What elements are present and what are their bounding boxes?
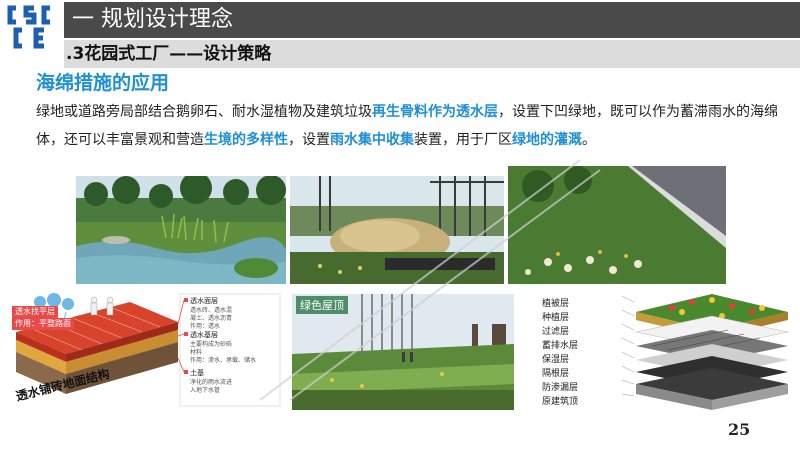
paragraph-text: 。: [582, 132, 596, 148]
pavement-layer-name: 土基: [190, 368, 204, 377]
photo-green-roof: 绿色屋顶: [292, 294, 514, 410]
pavement-tag: 透水找平层: [12, 306, 58, 318]
roof-layer-label: 防渗漏层: [542, 383, 579, 393]
pavement-layer-note: 作用：渗水、承载、储水: [190, 356, 256, 364]
paragraph-highlight: 绿地的灌溉: [512, 132, 582, 148]
photo-ornamental-grass: [290, 176, 504, 284]
photo-pond-wetland: [76, 176, 286, 284]
roof-layer-label: 原建筑顶: [542, 397, 579, 407]
pavement-layer-note: 材料: [190, 348, 202, 356]
pavement-layer-name: 透水面层: [190, 296, 218, 305]
roof-layer-label: 蓄排水层: [542, 341, 579, 351]
pavement-layer-note: 净化的雨水流进: [190, 378, 232, 386]
pavement-layer-note: 凝土、透水沥青: [190, 314, 232, 322]
paragraph-highlight: 生境的多样性: [204, 132, 288, 148]
pavement-layer-note: 作用：透水: [190, 322, 220, 330]
body-paragraph: 绿地或道路旁局部结合鹅卵石、耐水湿植物及建筑垃圾再生骨料作为透水层，设置下凹绿地…: [36, 98, 788, 154]
green-roof-layers-diagram: [622, 290, 794, 412]
pavement-structure-diagram: 透水面层 透水砖、透水混 凝土、透水沥青 作用：透水 透水基层 主要构成为砂砾 …: [10, 292, 282, 410]
pavement-layer-note: 主要构成为砂砾: [190, 340, 232, 348]
roof-layer-label: 植被层: [542, 299, 570, 309]
subheader-title: .3花园式工厂——设计策略: [66, 44, 272, 64]
paragraph-highlight: 再生骨料作为透水层: [372, 104, 498, 120]
green-roof-label: 绿色屋顶: [296, 296, 348, 314]
roof-layer-label: 保湿层: [542, 355, 570, 365]
slide-title: 一 规划设计理念: [72, 7, 233, 32]
photo-roadside-bioswale: [508, 166, 726, 284]
roof-layer-labels: 植被层 种植层 过滤层 蓄排水层 保湿层 隔根层 防渗漏层 原建筑顶: [540, 296, 624, 408]
section-title: 海绵措施的应用: [36, 72, 170, 94]
company-logo: [4, 2, 62, 52]
pavement-layer-name: 透水基层: [190, 330, 218, 339]
pavement-layer-note: 入地下水管: [190, 386, 220, 394]
paragraph-text: ，设置: [288, 132, 330, 148]
paragraph-text: 绿地或道路旁局部结合鹅卵石、耐水湿植物及建筑垃圾: [36, 104, 372, 120]
paragraph-text: 装置，用于厂区: [414, 132, 512, 148]
pavement-tag: 作用：平整路面: [12, 318, 74, 330]
roof-layer-label: 隔根层: [542, 369, 570, 379]
page-number: 25: [728, 420, 751, 439]
pavement-layer-note: 透水砖、透水混: [190, 306, 232, 314]
roof-layer-label: 种植层: [542, 313, 570, 323]
paragraph-highlight: 雨水集中收集: [330, 132, 414, 148]
roof-layer-label: 过滤层: [542, 327, 570, 337]
